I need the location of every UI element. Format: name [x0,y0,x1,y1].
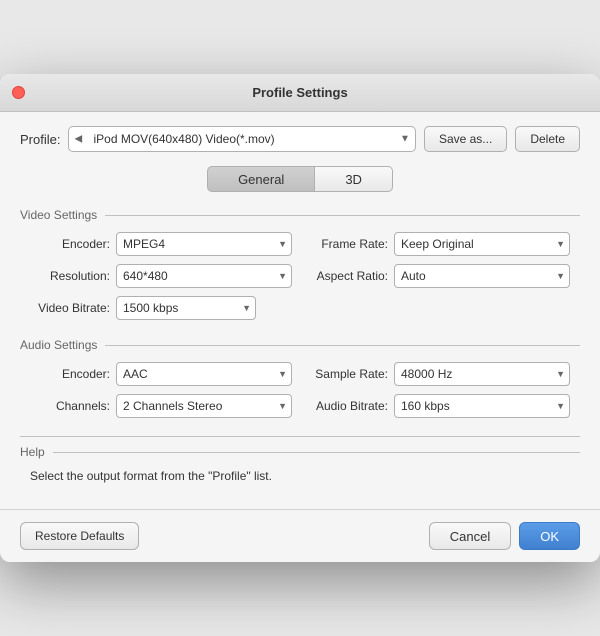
delete-button[interactable]: Delete [515,126,580,152]
audio-bitrate-select[interactable]: 160 kbps [394,394,570,418]
sample-rate-select-wrapper: 48000 Hz ▼ [394,362,570,386]
help-header: Help [20,445,580,459]
audio-encoder-select[interactable]: AAC [116,362,292,386]
audio-settings-title: Audio Settings [20,338,105,352]
resolution-row: Resolution: 640*480 ▼ [30,264,292,288]
close-button[interactable] [12,86,25,99]
help-title: Help [20,445,53,459]
help-content: Select the output format from the "Profi… [20,467,580,485]
frame-rate-select-wrapper: Keep Original ▼ [394,232,570,256]
resolution-label: Resolution: [30,269,110,283]
tab-3d[interactable]: 3D [314,166,393,192]
sample-rate-label: Sample Rate: [308,367,388,381]
main-content: Profile: ◀ iPod MOV(640x480) Video(*.mov… [0,112,600,509]
profile-select[interactable]: iPod MOV(640x480) Video(*.mov) [68,126,415,152]
video-bitrate-select-wrapper: 1500 kbps ▼ [116,296,256,320]
audio-bitrate-select-wrapper: 160 kbps ▼ [394,394,570,418]
video-bitrate-label: Video Bitrate: [30,301,110,315]
help-line [53,452,580,453]
audio-bitrate-label: Audio Bitrate: [308,399,388,413]
audio-encoder-label: Encoder: [30,367,110,381]
audio-encoder-select-wrapper: AAC ▼ [116,362,292,386]
video-bitrate-select[interactable]: 1500 kbps [116,296,256,320]
aspect-ratio-row: Aspect Ratio: Auto ▼ [308,264,570,288]
profile-row: Profile: ◀ iPod MOV(640x480) Video(*.mov… [20,126,580,152]
ok-button[interactable]: OK [519,522,580,550]
encoder-row: Encoder: MPEG4 ▼ [30,232,292,256]
aspect-ratio-label: Aspect Ratio: [308,269,388,283]
frame-rate-label: Frame Rate: [308,237,388,251]
video-settings-header: Video Settings [20,208,580,222]
audio-settings-header: Audio Settings [20,338,580,352]
channels-select[interactable]: 2 Channels Stereo [116,394,292,418]
video-settings-grid: Encoder: MPEG4 ▼ Frame Rate: Keep Origin… [20,232,580,288]
channels-label: Channels: [30,399,110,413]
bottom-bar: Restore Defaults Cancel OK [0,509,600,562]
frame-rate-row: Frame Rate: Keep Original ▼ [308,232,570,256]
video-settings-section: Video Settings Encoder: MPEG4 ▼ Fram [20,208,580,320]
audio-encoder-row: Encoder: AAC ▼ [30,362,292,386]
profile-label: Profile: [20,132,60,147]
tab-general[interactable]: General [207,166,314,192]
sample-rate-select[interactable]: 48000 Hz [394,362,570,386]
window-title: Profile Settings [252,85,347,100]
title-bar: Profile Settings [0,74,600,112]
resolution-select-wrapper: 640*480 ▼ [116,264,292,288]
bottom-right-buttons: Cancel OK [429,522,580,550]
aspect-ratio-select-wrapper: Auto ▼ [394,264,570,288]
help-section: Help Select the output format from the "… [20,436,580,485]
sample-rate-row: Sample Rate: 48000 Hz ▼ [308,362,570,386]
audio-settings-grid: Encoder: AAC ▼ Sample Rate: 48000 Hz [20,362,580,418]
tabs-row: General 3D [20,166,580,192]
cancel-button[interactable]: Cancel [429,522,511,550]
encoder-select[interactable]: MPEG4 [116,232,292,256]
aspect-ratio-select[interactable]: Auto [394,264,570,288]
video-settings-line [105,215,580,216]
frame-rate-select[interactable]: Keep Original [394,232,570,256]
channels-row: Channels: 2 Channels Stereo ▼ [30,394,292,418]
profile-select-wrapper: ◀ iPod MOV(640x480) Video(*.mov) ▼ [68,126,415,152]
profile-settings-window: Profile Settings Profile: ◀ iPod MOV(640… [0,74,600,562]
encoder-select-wrapper: MPEG4 ▼ [116,232,292,256]
video-bitrate-row: Video Bitrate: 1500 kbps ▼ [20,296,580,320]
save-as-button[interactable]: Save as... [424,126,507,152]
resolution-select[interactable]: 640*480 [116,264,292,288]
encoder-label: Encoder: [30,237,110,251]
audio-settings-line [105,345,580,346]
channels-select-wrapper: 2 Channels Stereo ▼ [116,394,292,418]
audio-bitrate-row: Audio Bitrate: 160 kbps ▼ [308,394,570,418]
audio-settings-section: Audio Settings Encoder: AAC ▼ Sample [20,338,580,418]
video-settings-title: Video Settings [20,208,105,222]
restore-defaults-button[interactable]: Restore Defaults [20,522,139,550]
